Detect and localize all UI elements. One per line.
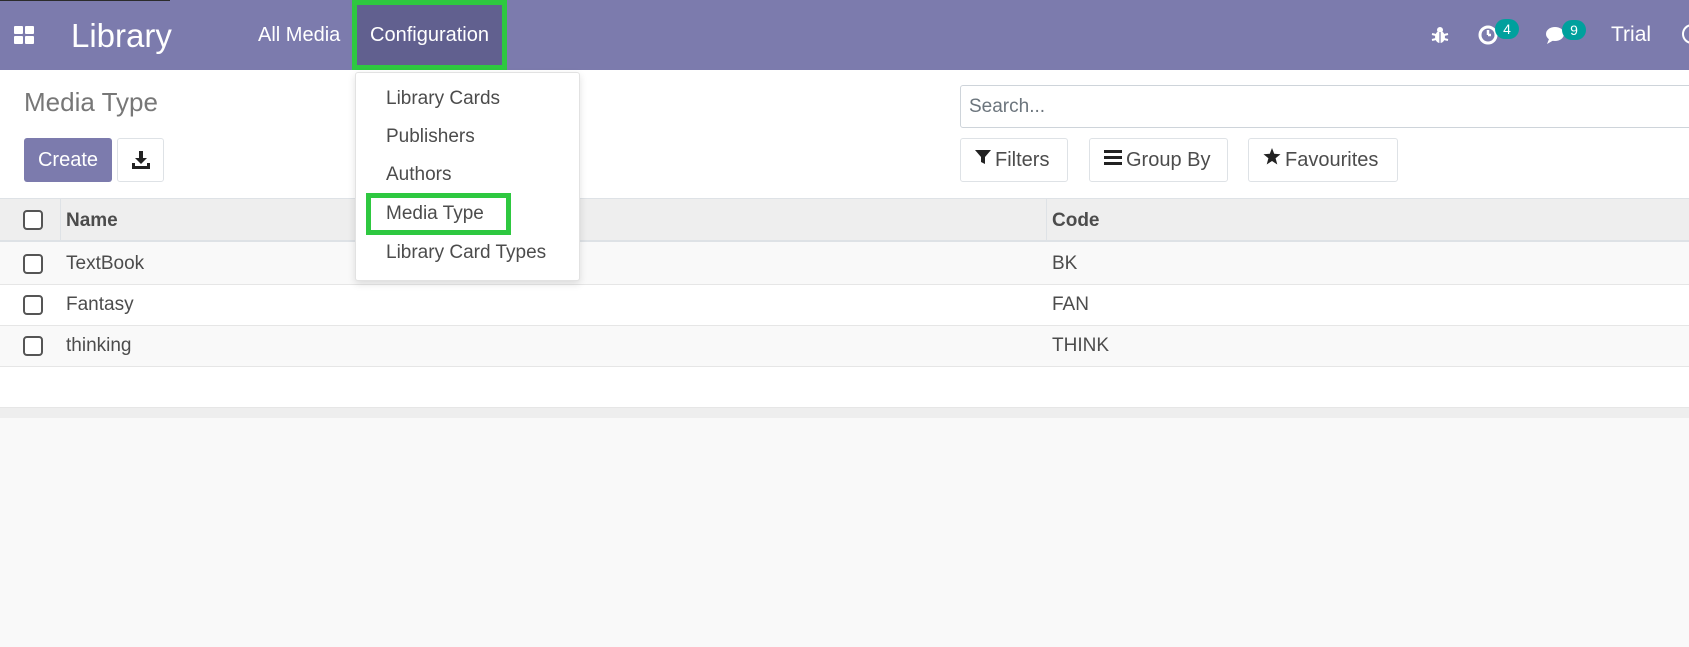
menu-all-media[interactable]: All Media — [258, 0, 340, 70]
page-title: Media Type — [24, 87, 158, 117]
column-header-code[interactable]: Code — [1052, 210, 1100, 232]
favourites-label: Favourites — [1285, 149, 1379, 171]
column-divider — [1046, 199, 1047, 242]
create-button[interactable]: Create — [24, 138, 112, 182]
configuration-dropdown: Library Cards Publishers Authors Media T… — [355, 72, 580, 281]
filters-button[interactable]: Filters — [960, 138, 1068, 182]
menu-item-library-card-types[interactable]: Library Card Types — [386, 236, 546, 270]
user-avatar-icon[interactable] — [1682, 24, 1689, 44]
row-checkbox[interactable] — [23, 336, 43, 356]
table-row[interactable]: thinking THINK — [0, 326, 1689, 367]
select-all-checkbox[interactable] — [23, 210, 43, 230]
table-header: Name Code — [0, 199, 1689, 242]
download-icon — [132, 151, 150, 169]
cell-code: FAN — [1052, 294, 1089, 315]
cell-name: TextBook — [66, 253, 145, 274]
activity-clock-icon[interactable]: 4 — [1478, 19, 1519, 49]
star-icon — [1263, 138, 1281, 180]
group-by-button[interactable]: Group By — [1089, 138, 1228, 182]
table-row[interactable]: Fantasy FAN — [0, 285, 1689, 326]
menu-item-authors[interactable]: Authors — [386, 158, 451, 192]
messages-count-badge: 9 — [1562, 20, 1586, 40]
cell-code: THINK — [1052, 335, 1109, 356]
debug-bug-icon[interactable] — [1430, 25, 1450, 51]
empty-row — [0, 367, 1689, 408]
menu-item-media-type[interactable]: Media Type — [366, 193, 511, 235]
cell-name: Fantasy — [66, 294, 134, 315]
control-panel: Media Type Create Filters Group By Favou… — [0, 70, 1689, 199]
bars-icon — [1104, 138, 1122, 180]
favourites-button[interactable]: Favourites — [1248, 138, 1398, 182]
top-navbar: Library All Media Configuration 4 9 Tria… — [0, 0, 1689, 70]
cell-code: BK — [1052, 253, 1078, 274]
search-input[interactable] — [960, 85, 1689, 128]
menu-item-library-cards[interactable]: Library Cards — [386, 82, 500, 116]
menu-item-publishers[interactable]: Publishers — [386, 120, 475, 154]
export-button[interactable] — [117, 138, 164, 182]
column-header-name[interactable]: Name — [66, 210, 118, 232]
apps-menu-icon[interactable] — [14, 26, 34, 44]
cell-name: thinking — [66, 335, 132, 356]
group-by-label: Group By — [1126, 149, 1211, 171]
table-row[interactable]: TextBook BK — [0, 244, 1689, 285]
user-menu[interactable]: Trial — [1611, 0, 1651, 70]
activity-count-badge: 4 — [1495, 19, 1519, 39]
filter-funnel-icon — [975, 138, 991, 180]
row-checkbox[interactable] — [23, 254, 43, 274]
messages-chat-icon[interactable]: 9 — [1545, 20, 1586, 50]
row-checkbox[interactable] — [23, 295, 43, 315]
menu-configuration[interactable]: Configuration — [352, 0, 507, 70]
app-brand[interactable]: Library — [71, 16, 172, 56]
table-footer — [0, 408, 1689, 418]
column-divider — [60, 199, 61, 242]
filters-label: Filters — [995, 149, 1050, 171]
